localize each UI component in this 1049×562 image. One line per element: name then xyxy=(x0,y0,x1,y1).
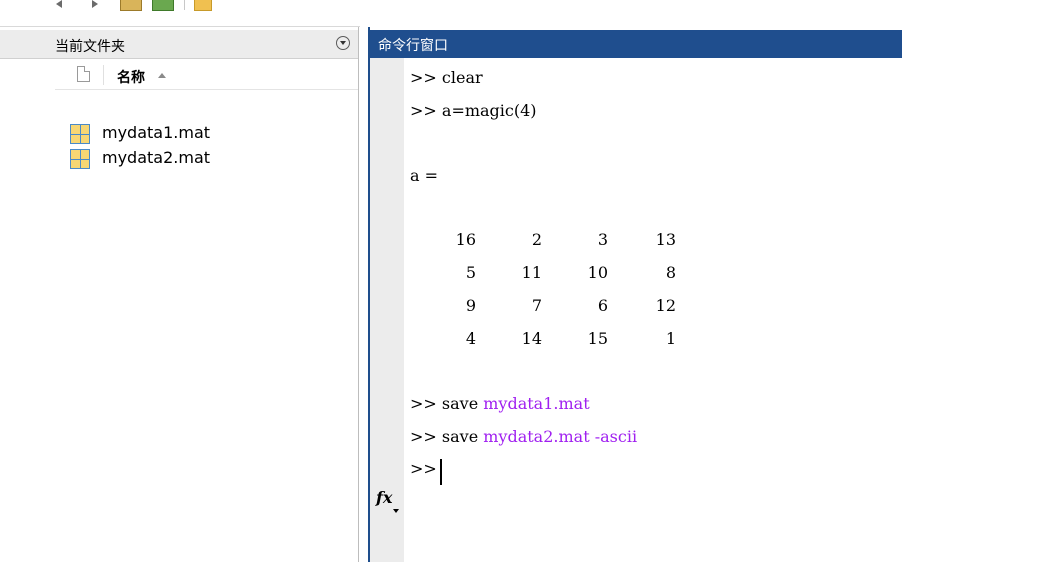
folder-panel-title: 当前文件夹 xyxy=(55,39,125,55)
file-row-mydata1[interactable]: mydata1.mat xyxy=(70,122,350,146)
file-name: mydata2.mat xyxy=(102,148,211,167)
file-name: mydata1.mat xyxy=(102,123,211,142)
current-folder-panel: 当前文件夹 名称 mydata1.mat mydata2.mat xyxy=(0,27,358,562)
matrix-cell: 10 xyxy=(587,263,608,282)
mat-file-icon xyxy=(70,149,90,169)
panel-splitter[interactable] xyxy=(358,27,359,562)
up-folder-icon[interactable] xyxy=(120,0,142,11)
sort-ascending-icon[interactable] xyxy=(158,73,166,78)
command-window-gutter: fx xyxy=(370,58,404,562)
text-cursor xyxy=(440,459,442,485)
matrix-cell: 1 xyxy=(665,329,676,348)
file-type-column-icon xyxy=(77,66,90,82)
prompt-symbol: >> xyxy=(410,101,437,120)
matrix-cell: 8 xyxy=(665,263,676,282)
forward-arrow-icon[interactable] xyxy=(92,0,102,10)
matrix-cell: 12 xyxy=(655,296,676,315)
matrix-cell: 7 xyxy=(531,296,542,315)
command-text: save xyxy=(436,427,484,446)
command-text: clear xyxy=(436,68,483,87)
file-row-mydata2[interactable]: mydata2.mat xyxy=(70,147,350,171)
command-line-save-ascii: >> save mydata2.mat -ascii xyxy=(410,427,637,446)
panel-actions-menu-icon[interactable] xyxy=(336,36,350,50)
folder-panel-header: 当前文件夹 xyxy=(0,30,358,59)
command-output-area[interactable]: >> clear >> a=magic(4) a = 16 2 3 13 5 1… xyxy=(404,58,902,562)
command-window-header: 命令行窗口 xyxy=(370,30,902,58)
prompt-symbol: >> xyxy=(410,68,437,87)
active-prompt-symbol: >> xyxy=(410,459,437,478)
command-text: save xyxy=(436,394,484,413)
back-arrow-icon[interactable] xyxy=(56,0,66,10)
toolbar-separator xyxy=(184,0,185,10)
browse-folder-icon[interactable] xyxy=(152,0,174,11)
matrix-cell: 13 xyxy=(655,230,676,249)
folder-toolbar xyxy=(0,0,360,26)
column-separator[interactable] xyxy=(103,65,104,85)
matrix-cell: 6 xyxy=(597,296,608,315)
command-line-clear: >> clear xyxy=(410,68,483,87)
command-line-magic: >> a=magic(4) xyxy=(410,101,537,120)
matrix-cell: 9 xyxy=(465,296,476,315)
file-list-column-header: 名称 xyxy=(55,63,358,90)
name-column-header[interactable]: 名称 xyxy=(117,67,145,87)
prompt-symbol: >> xyxy=(410,394,437,413)
output-variable-label: a = xyxy=(410,166,439,185)
matrix-cell: 3 xyxy=(597,230,608,249)
command-window-title: 命令行窗口 xyxy=(378,38,448,54)
command-window: 命令行窗口 fx >> clear >> a=magic(4) a = 16 2… xyxy=(368,27,902,562)
prompt-symbol: >> xyxy=(410,427,437,446)
matrix-cell: 16 xyxy=(455,230,476,249)
matrix-cell: 14 xyxy=(521,329,542,348)
command-argument: mydata1.mat xyxy=(483,394,590,413)
command-line-save-mat: >> save mydata1.mat xyxy=(410,394,590,413)
matrix-cell: 5 xyxy=(465,263,476,282)
matrix-cell: 4 xyxy=(465,329,476,348)
function-browser-icon[interactable]: fx xyxy=(376,488,400,513)
matrix-cell: 15 xyxy=(587,329,608,348)
matrix-cell: 11 xyxy=(521,263,542,282)
folder-icon[interactable] xyxy=(194,0,212,11)
mat-file-icon xyxy=(70,124,90,144)
matrix-cell: 2 xyxy=(531,230,542,249)
command-argument: mydata2.mat -ascii xyxy=(483,427,638,446)
command-text: a=magic(4) xyxy=(436,101,537,120)
